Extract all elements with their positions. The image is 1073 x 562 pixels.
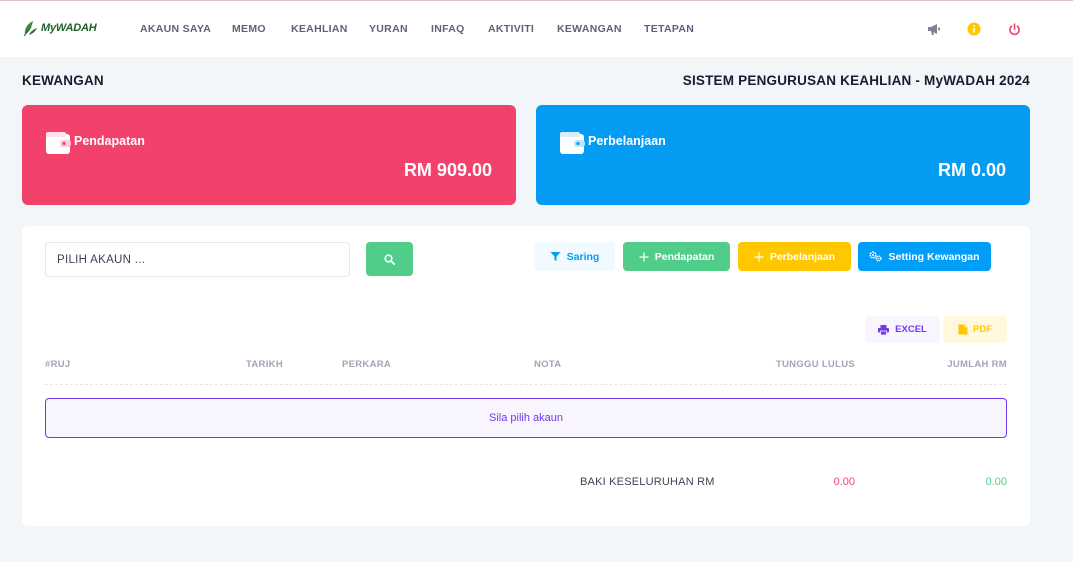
finance-settings-button[interactable]: Setting Kewangan: [858, 242, 991, 271]
add-income-label: Pendapatan: [654, 250, 715, 263]
income-amount: RM 909.00: [403, 160, 492, 180]
brand-name: MyWADAH: [41, 22, 97, 34]
grand-total-label: BAKI KESELURUHAN RM: [580, 476, 715, 488]
wallet-icon: [560, 132, 585, 154]
search-button[interactable]: [366, 242, 413, 276]
plus-icon: [639, 252, 649, 261]
column-header-ruj[interactable]: #RUJ: [45, 359, 71, 370]
export-excel-label: EXCEL: [895, 324, 927, 335]
column-header-nota[interactable]: NOTA: [534, 359, 561, 370]
nav-item-infaq[interactable]: INFAQ: [431, 23, 465, 35]
leaf-logo-icon: [23, 21, 37, 37]
nav-item-yuran[interactable]: YURAN: [369, 23, 408, 35]
plus-icon: [754, 252, 764, 261]
file-pdf-icon: [958, 324, 968, 335]
expense-amount: RM 0.00: [937, 160, 1006, 180]
column-header-jumlah-rm[interactable]: JUMLAH RM: [947, 359, 1007, 370]
nav-item-tetapan[interactable]: TETAPAN: [644, 23, 694, 35]
system-title: SISTEM PENGURUSAN KEAHLIAN - MyWADAH 202…: [682, 73, 1030, 88]
income-label: Pendapatan: [74, 134, 145, 148]
nav-item-akaun-saya[interactable]: AKAUN SAYA: [140, 23, 211, 35]
gears-icon: [869, 251, 882, 262]
expense-label: Perbelanjaan: [588, 134, 666, 148]
power-icon[interactable]: [1006, 21, 1022, 37]
info-icon[interactable]: [966, 21, 982, 37]
export-pdf-button[interactable]: PDF: [943, 316, 1007, 343]
funnel-icon: [550, 252, 561, 261]
empty-message-text: Sila pilih akaun: [489, 412, 563, 424]
grand-total-pending: 0.00: [833, 476, 855, 488]
nav-item-kewangan[interactable]: KEWANGAN: [557, 23, 622, 35]
export-pdf-label: PDF: [973, 324, 992, 335]
printer-icon: [878, 324, 890, 335]
column-header-perkara[interactable]: PERKARA: [342, 359, 391, 370]
grand-total-amount: 0.00: [985, 476, 1007, 488]
filter-button[interactable]: Saring: [534, 242, 615, 271]
nav-item-memo[interactable]: MEMO: [232, 23, 266, 35]
account-search-input[interactable]: [45, 242, 350, 277]
top-navbar: MyWADAH AKAUN SAYA MEMO KEAHLIAN YURAN I…: [0, 0, 1073, 57]
income-summary-card: Pendapatan RM 909.00: [22, 105, 516, 205]
transactions-panel: Saring Pendapatan Perbelanjaan Setting K…: [22, 226, 1030, 526]
finance-settings-label: Setting Kewangan: [888, 250, 980, 263]
column-header-tunggu-lulus[interactable]: TUNGGU LULUS: [776, 359, 855, 370]
add-expense-button[interactable]: Perbelanjaan: [738, 242, 851, 271]
table-header-divider: [45, 384, 1007, 385]
search-icon: [384, 253, 395, 265]
export-excel-button[interactable]: EXCEL: [865, 316, 940, 343]
add-income-button[interactable]: Pendapatan: [623, 242, 730, 271]
filter-button-label: Saring: [566, 250, 600, 263]
empty-table-message: Sila pilih akaun: [45, 398, 1007, 438]
expense-summary-card: Perbelanjaan RM 0.00: [536, 105, 1030, 205]
wallet-icon: [46, 132, 71, 154]
column-header-tarikh[interactable]: TARIKH: [246, 359, 283, 370]
nav-item-keahlian[interactable]: KEAHLIAN: [291, 23, 348, 35]
page-title: KEWANGAN: [22, 73, 104, 88]
nav-item-aktiviti[interactable]: AKTIVITI: [488, 23, 534, 35]
add-expense-label: Perbelanjaan: [769, 250, 836, 263]
megaphone-icon[interactable]: [926, 21, 942, 37]
app-logo[interactable]: MyWADAH: [22, 19, 97, 37]
